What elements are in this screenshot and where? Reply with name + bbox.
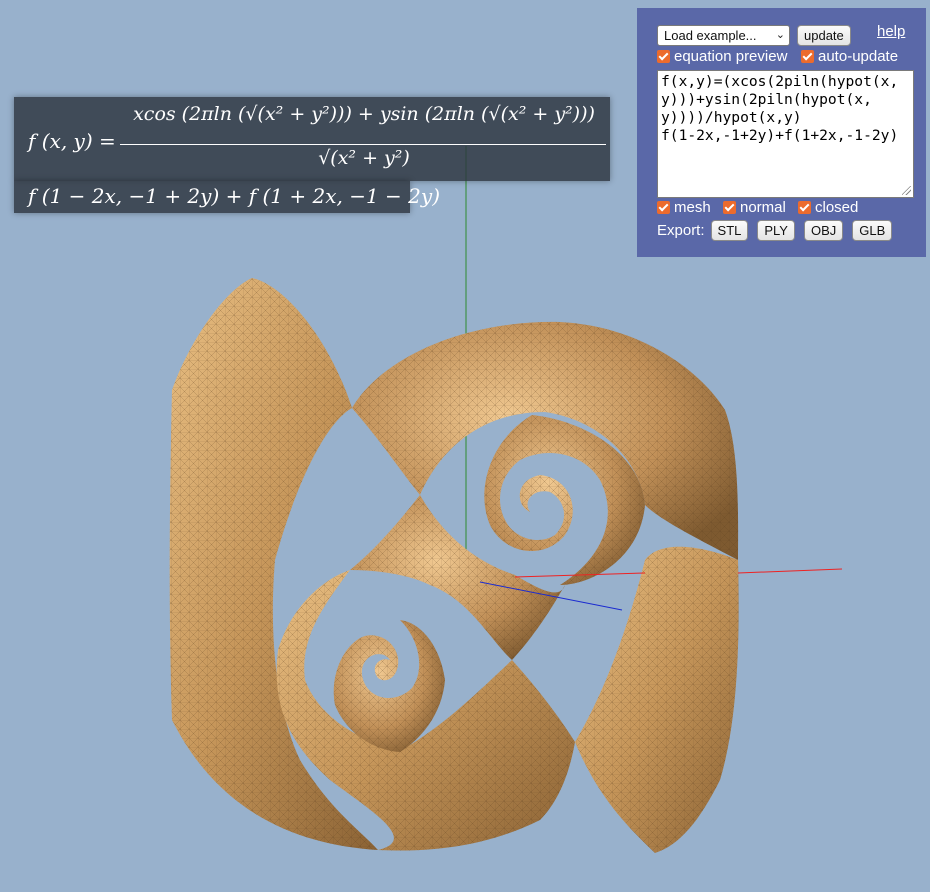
x-axis-line-outer bbox=[737, 568, 843, 574]
auto-update-label: auto-update bbox=[818, 48, 899, 65]
normal-toggle[interactable]: normal bbox=[723, 199, 786, 216]
auto-update-toggle[interactable]: auto-update bbox=[801, 48, 898, 65]
equation-input[interactable]: f(x,y)=(xcos(2piln(hypot(x,y)))+ysin(2pi… bbox=[657, 70, 914, 198]
export-stl-button[interactable]: STL bbox=[710, 220, 749, 241]
equation-preview-definition: f (x, y) = xcos (2πln (√(x² + y²))) + ys… bbox=[14, 97, 610, 181]
export-label: Export: bbox=[657, 222, 705, 239]
checkbox-checked-icon[interactable] bbox=[798, 201, 811, 214]
equation-numerator: xcos (2πln (√(x² + y²))) + ysin (2πln (√… bbox=[133, 103, 595, 125]
normal-label: normal bbox=[740, 199, 786, 216]
equation-call: f (1 − 2x, −1 + 2y) + f (1 + 2x, −1 − 2y… bbox=[28, 184, 440, 208]
equation-preview-label: equation preview bbox=[674, 48, 788, 65]
equation-preview-expression: f (1 − 2x, −1 + 2y) + f (1 + 2x, −1 − 2y… bbox=[14, 181, 440, 213]
chevron-down-icon: ⌄ bbox=[775, 29, 785, 41]
equation-denominator: √(x² + y²) bbox=[318, 147, 410, 169]
export-ply-button[interactable]: PLY bbox=[757, 220, 795, 241]
equation-preview-toggle[interactable]: equation preview bbox=[657, 48, 787, 65]
control-panel: Load example... ⌄ update help equation p… bbox=[637, 8, 926, 257]
closed-toggle[interactable]: closed bbox=[798, 199, 858, 216]
load-example-value: Load example... bbox=[664, 28, 757, 43]
export-row: Export: STL PLY OBJ GLB bbox=[657, 220, 893, 241]
surface-mesh bbox=[169, 278, 739, 853]
resize-grip-icon[interactable] bbox=[902, 186, 911, 195]
closed-label: closed bbox=[815, 199, 859, 216]
export-obj-button[interactable]: OBJ bbox=[803, 220, 844, 241]
checkbox-checked-icon[interactable] bbox=[723, 201, 736, 214]
equation-lhs: f (x, y) = bbox=[28, 129, 116, 153]
checkbox-checked-icon[interactable] bbox=[657, 201, 670, 214]
mesh-toggle[interactable]: mesh bbox=[657, 199, 711, 216]
fraction-bar bbox=[120, 144, 606, 145]
load-example-select[interactable]: Load example... ⌄ bbox=[657, 25, 790, 46]
export-glb-button[interactable]: GLB bbox=[852, 220, 893, 241]
update-button[interactable]: update bbox=[797, 25, 851, 46]
help-link[interactable]: help bbox=[877, 23, 905, 40]
checkbox-checked-icon[interactable] bbox=[657, 50, 670, 63]
mesh-label: mesh bbox=[674, 199, 711, 216]
checkbox-checked-icon[interactable] bbox=[801, 50, 814, 63]
